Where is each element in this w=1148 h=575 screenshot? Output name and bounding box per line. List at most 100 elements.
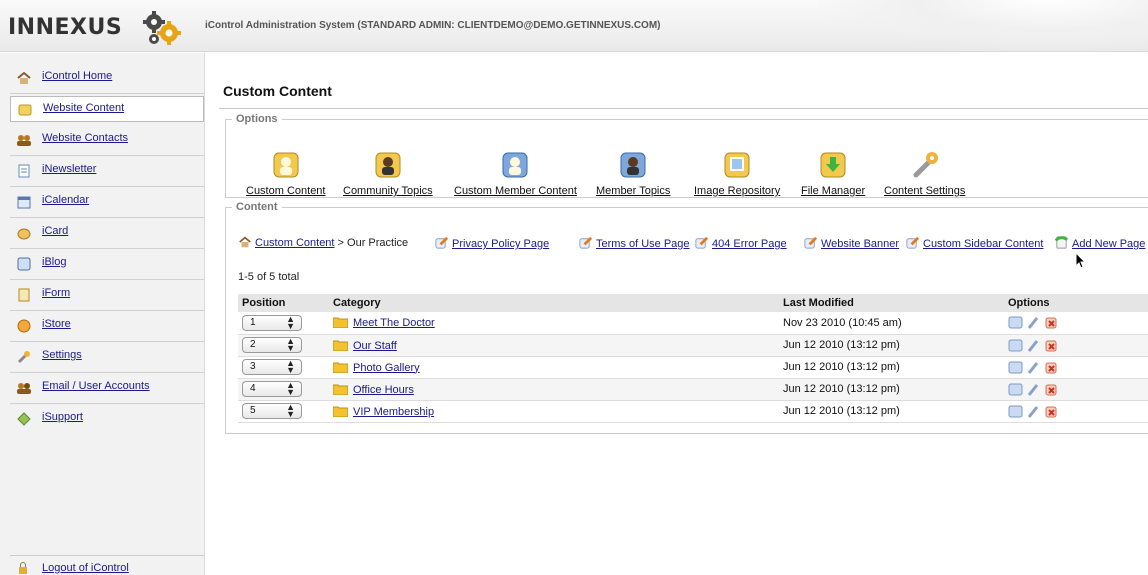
sidebar-item-icard[interactable]: iCard xyxy=(10,220,204,249)
sidebar-item-label: Website Contacts xyxy=(42,132,129,144)
last-modified-cell: Jun 12 2010 (13:12 pm) xyxy=(779,356,1004,379)
sidebar-item-label: iSupport xyxy=(42,411,83,423)
position-select[interactable]: 2 ▲ ▼ xyxy=(242,337,302,353)
website-banner-link[interactable]: Website Banner xyxy=(803,235,899,250)
delete-icon[interactable] xyxy=(1044,382,1059,397)
logo-text: INNEXUS xyxy=(8,15,123,40)
privacy-policy-page-link[interactable]: Privacy Policy Page xyxy=(434,235,549,250)
position-select[interactable]: 1 ▲ ▼ xyxy=(242,313,302,331)
category-cell: VIP Membership xyxy=(329,400,779,423)
category-link[interactable]: Our Staff xyxy=(353,340,397,352)
add-new-page-link[interactable]: Add New Page xyxy=(1054,235,1145,250)
edit-pencil-icon[interactable] xyxy=(1026,315,1041,330)
position-select[interactable]: 5 ▲ ▼ xyxy=(242,403,302,419)
blog-icon xyxy=(17,257,31,271)
delete-icon[interactable] xyxy=(1044,315,1059,330)
sidebar-item-icalendar[interactable]: iCalendar xyxy=(10,189,204,218)
contacts-icon xyxy=(17,135,31,146)
page-link-label: 404 Error Page xyxy=(712,238,787,250)
breadcrumb-link[interactable]: Custom Content xyxy=(255,237,334,249)
category-link[interactable]: Office Hours xyxy=(353,384,414,396)
sidebar-item-website-contacts[interactable]: Website Contacts xyxy=(10,127,204,156)
position-select[interactable]: 4 ▲ ▼ xyxy=(242,381,302,397)
content-toolbar: Custom Content > Our Practice Privacy Po… xyxy=(238,233,1145,251)
sidebar-item-settings[interactable]: Settings xyxy=(10,344,204,373)
position-cell: 2 ▲ ▼ xyxy=(238,334,329,357)
sidebar-item-label: iForm xyxy=(42,287,71,299)
breadcrumb: Custom Content > Our Practice xyxy=(238,235,408,249)
divider xyxy=(10,310,204,311)
delete-icon[interactable] xyxy=(1044,338,1059,353)
option-custom-member-content[interactable]: Custom Member Content xyxy=(454,147,577,197)
category-cell: Photo Gallery xyxy=(329,356,779,379)
sidebar-item-iform[interactable]: iForm xyxy=(10,282,204,311)
row-options-cell xyxy=(1004,334,1148,357)
row-options-cell xyxy=(1004,400,1148,423)
preview-icon[interactable] xyxy=(1008,382,1023,397)
delete-icon[interactable] xyxy=(1044,404,1059,419)
stepper-arrows-icon: ▲ ▼ xyxy=(286,380,295,397)
column-header-last-modified[interactable]: Last Modified xyxy=(779,294,1004,312)
sidebar-item-label: Settings xyxy=(42,349,82,361)
category-link[interactable]: VIP Membership xyxy=(353,406,434,418)
image-repository-icon xyxy=(724,152,750,178)
column-header-category[interactable]: Category xyxy=(329,294,779,312)
position-cell: 3 ▲ ▼ xyxy=(238,356,329,379)
page-link-label: Add New Page xyxy=(1072,238,1146,250)
form-icon xyxy=(18,288,30,302)
sidebar-item-email-user-accounts[interactable]: Email / User Accounts xyxy=(10,375,204,404)
innexus-logo[interactable]: INNEXUS xyxy=(8,8,188,45)
stepper-arrows-icon: ▲ ▼ xyxy=(286,313,295,331)
preview-icon[interactable] xyxy=(1008,315,1023,330)
content-table: Position Category Last Modified Options … xyxy=(238,294,1148,423)
sidebar-item-istore[interactable]: iStore xyxy=(10,313,204,342)
sidebar-item-icontrol-home[interactable]: iControl Home xyxy=(10,65,204,94)
option-community-topics[interactable]: Community Topics xyxy=(343,147,433,197)
option-file-manager[interactable]: File Manager xyxy=(801,147,865,197)
lock-icon xyxy=(19,562,27,574)
column-header-position[interactable]: Position xyxy=(238,294,329,312)
page-link-label: Website Banner xyxy=(821,238,900,250)
card-icon xyxy=(17,228,31,240)
preview-icon[interactable] xyxy=(1008,360,1023,375)
position-select[interactable]: 3 ▲ ▼ xyxy=(242,359,302,375)
sidebar-item-inewsletter[interactable]: iNewsletter xyxy=(10,158,204,187)
preview-icon[interactable] xyxy=(1008,338,1023,353)
edit-page-icon xyxy=(579,236,593,249)
option-label: Custom Member Content xyxy=(454,185,577,197)
folder-icon xyxy=(333,340,348,351)
option-label: Custom Content xyxy=(246,185,326,197)
sidebar-item-label: iCalendar xyxy=(42,194,90,206)
custom-sidebar-content-link[interactable]: Custom Sidebar Content xyxy=(905,235,1043,250)
edit-pencil-icon[interactable] xyxy=(1026,404,1041,419)
category-link[interactable]: Photo Gallery xyxy=(353,362,420,374)
preview-icon[interactable] xyxy=(1008,404,1023,419)
category-cell: Our Staff xyxy=(329,334,779,357)
option-content-settings[interactable]: Content Settings xyxy=(884,147,965,197)
edit-pencil-icon[interactable] xyxy=(1026,338,1041,353)
position-value: 3 xyxy=(250,361,256,372)
terms-of-use-page-link[interactable]: Terms of Use Page xyxy=(578,235,690,250)
sidebar-item-website-content[interactable]: Website Content xyxy=(10,96,204,122)
divider xyxy=(10,341,204,342)
option-member-topics[interactable]: Member Topics xyxy=(596,147,670,197)
error-404-page-link[interactable]: 404 Error Page xyxy=(694,235,787,250)
position-cell: 5 ▲ ▼ xyxy=(238,400,329,423)
option-custom-content[interactable]: Custom Content xyxy=(246,147,325,197)
logout-link[interactable]: Logout of iControl xyxy=(10,555,204,575)
edit-pencil-icon[interactable] xyxy=(1026,382,1041,397)
file-manager-icon xyxy=(820,152,846,178)
users-icon xyxy=(17,383,31,394)
content-panel: Content Custom Content > Our Practice Pr… xyxy=(225,201,1148,434)
sidebar-item-isupport[interactable]: iSupport xyxy=(10,406,204,432)
delete-icon[interactable] xyxy=(1044,360,1059,375)
edit-page-icon xyxy=(804,236,818,249)
last-modified-cell: Jun 12 2010 (13:12 pm) xyxy=(779,334,1004,357)
sidebar-item-iblog[interactable]: iBlog xyxy=(10,251,204,280)
sidebar-item-label: iCard xyxy=(42,225,69,237)
option-image-repository[interactable]: Image Repository xyxy=(694,147,780,197)
edit-pencil-icon[interactable] xyxy=(1026,360,1041,375)
home-icon xyxy=(239,236,251,248)
options-panel: Options Custom Content Community Topics … xyxy=(225,113,1148,198)
category-link[interactable]: Meet The Doctor xyxy=(353,317,435,329)
